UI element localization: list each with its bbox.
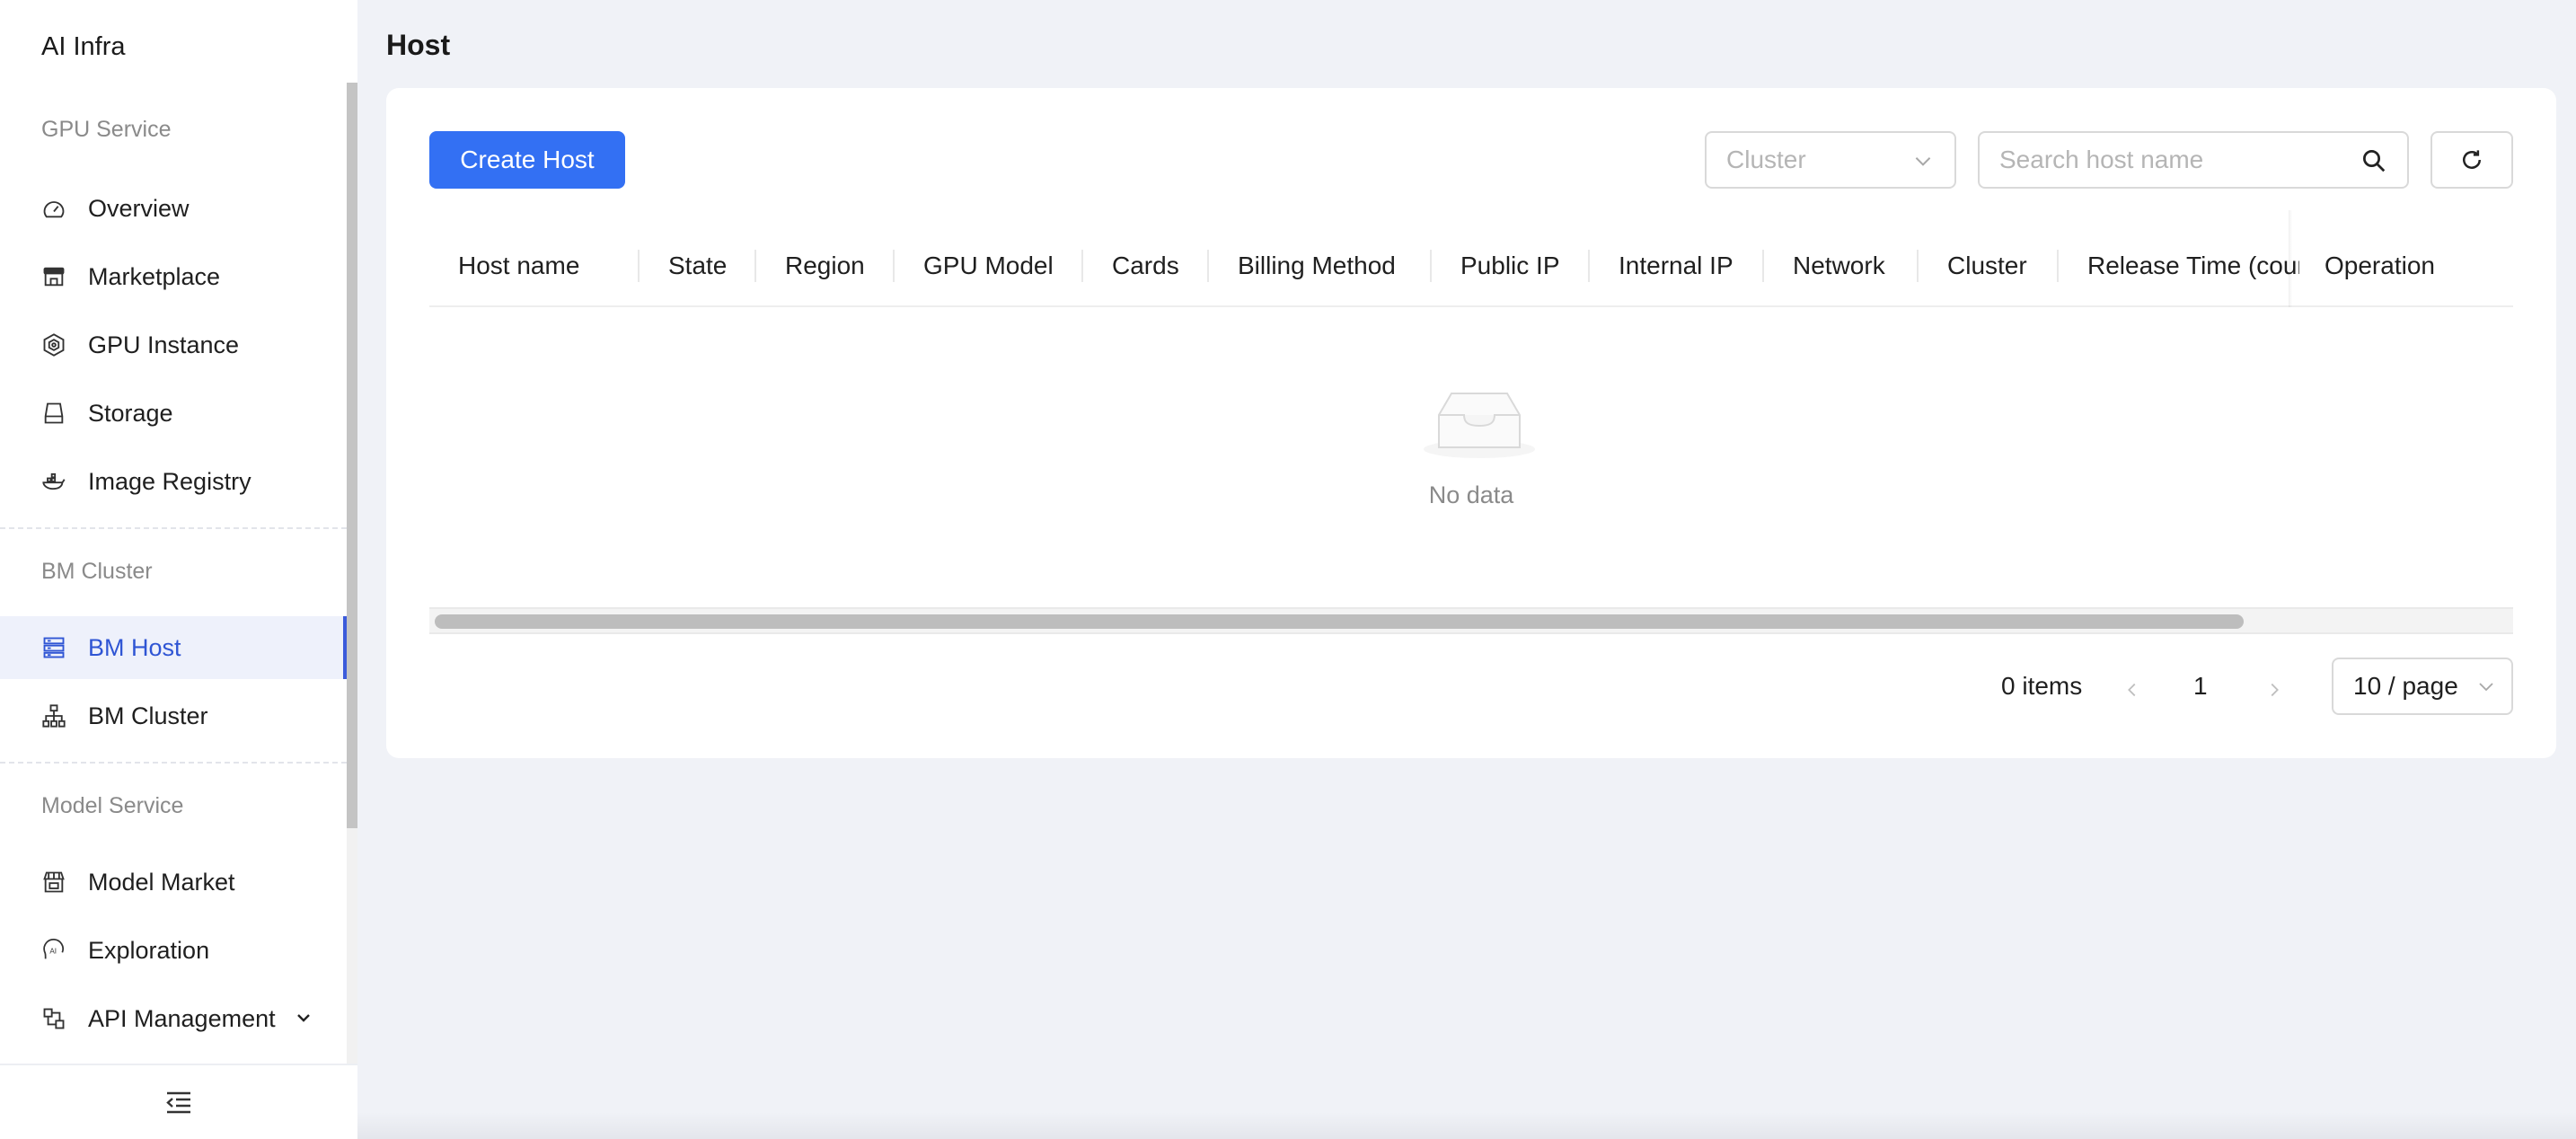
ai-icon: AI <box>41 938 66 963</box>
column-separator <box>2057 250 2059 282</box>
collapse-menu-icon <box>166 1091 190 1114</box>
group-title-model-service: Model Service <box>41 793 184 818</box>
pagination-total: 0 items <box>2001 672 2083 700</box>
column-header-internal-ip[interactable]: Internal IP <box>1619 225 1734 307</box>
search-box <box>1978 131 2409 189</box>
cluster-select[interactable]: Cluster <box>1705 131 1956 189</box>
sidebar-item-gpu-instance[interactable]: GPU Instance <box>0 313 347 376</box>
sidebar-item-model-market[interactable]: Model Market <box>0 851 347 914</box>
refresh-icon <box>2463 150 2481 169</box>
column-separator <box>1207 250 1209 282</box>
sidebar-item-marketplace[interactable]: Marketplace <box>0 245 347 308</box>
column-header-region[interactable]: Region <box>785 225 865 307</box>
sidebar-item-label: Model Market <box>88 868 235 896</box>
cluster-icon <box>41 703 66 728</box>
dashboard-icon <box>41 196 66 221</box>
sidebar-item-storage[interactable]: Storage <box>0 382 347 445</box>
search-input[interactable] <box>1981 135 2341 185</box>
sidebar-item-overview[interactable]: Overview <box>0 177 347 240</box>
sidebar-item-label: Storage <box>88 399 173 427</box>
sidebar-item-label: GPU Instance <box>88 331 240 358</box>
sidebar-item-label: API Management <box>88 1004 276 1032</box>
store-icon <box>41 264 66 289</box>
column-header-cluster[interactable]: Cluster <box>1947 225 2027 307</box>
page-size-select[interactable]: 10 / page <box>2332 658 2513 715</box>
table-header: Host name State Region GPU Model Cards B… <box>429 225 2513 307</box>
sidebar-item-label: BM Cluster <box>88 702 208 729</box>
refresh-button[interactable] <box>2430 131 2513 189</box>
empty-text: No data <box>1428 481 1514 508</box>
chevron-down-icon[interactable] <box>293 1007 314 1029</box>
sidebar-item-api-management[interactable]: API Management <box>0 987 347 1050</box>
sidebar-nav: GPU Service Overview Marketplace GPU Ins… <box>0 83 347 1064</box>
column-separator <box>1762 250 1764 282</box>
sidebar-scrollbar[interactable] <box>347 83 357 1064</box>
bottom-shadow <box>357 1112 2576 1139</box>
cluster-select-placeholder: Cluster <box>1726 146 1806 173</box>
sidebar-item-label: Image Registry <box>88 467 251 495</box>
sidebar-item-label: Exploration <box>88 936 210 964</box>
sidebar-item-bm-host[interactable]: BM Host <box>0 616 347 679</box>
api-icon <box>41 1006 66 1031</box>
sidebar-divider <box>0 527 347 529</box>
column-separator <box>1081 250 1083 282</box>
group-title-bm-cluster: BM Cluster <box>41 559 153 584</box>
page-size-value: 10 / page <box>2353 672 2458 700</box>
search-icon[interactable] <box>2360 147 2387 174</box>
chevron-right-icon <box>2271 683 2279 697</box>
market-icon <box>41 870 66 895</box>
sidebar-item-image-registry[interactable]: Image Registry <box>0 450 347 513</box>
column-header-billing-method[interactable]: Billing Method <box>1238 225 1396 307</box>
host-list-card: Create Host Cluster Host name State Regi… <box>386 88 2556 758</box>
sidebar-item-bm-cluster[interactable]: BM Cluster <box>0 684 347 747</box>
empty-state: No data <box>429 307 2513 697</box>
sidebar: AI Infra GPU Service Overview Marketplac… <box>0 0 357 1139</box>
column-header-operation[interactable]: Operation <box>2325 225 2435 307</box>
column-header-release-time[interactable]: Release Time (countdown) <box>2087 225 2299 307</box>
sidebar-item-label: BM Host <box>88 633 181 661</box>
column-header-host-name[interactable]: Host name <box>458 225 579 307</box>
chevron-down-icon <box>2479 683 2493 692</box>
chip-icon <box>41 332 66 358</box>
group-title-gpu-service: GPU Service <box>41 117 172 142</box>
sidebar-item-exploration[interactable]: AI Exploration <box>0 919 347 982</box>
chevron-down-icon <box>1915 157 1931 166</box>
empty-inbox-icon <box>1424 393 1535 458</box>
pagination-page-1[interactable]: 1 <box>2193 672 2208 701</box>
column-header-gpu-model[interactable]: GPU Model <box>923 225 1054 307</box>
server-icon <box>41 635 66 660</box>
chevron-left-icon <box>2128 683 2136 697</box>
column-separator <box>1917 250 1919 282</box>
create-host-button[interactable]: Create Host <box>429 131 625 189</box>
sidebar-item-label: Overview <box>88 194 190 222</box>
collapse-sidebar-button[interactable] <box>0 1064 357 1139</box>
table-horizontal-scrollbar[interactable] <box>429 607 2513 634</box>
pagination-next-button[interactable] <box>2256 672 2292 708</box>
column-separator <box>754 250 756 282</box>
column-separator <box>1430 250 1432 282</box>
column-separator <box>1588 250 1590 282</box>
column-separator <box>893 250 895 282</box>
sidebar-divider <box>0 762 347 764</box>
column-header-network[interactable]: Network <box>1793 225 1885 307</box>
svg-text:AI: AI <box>49 948 57 956</box>
pagination-prev-button[interactable] <box>2114 672 2150 708</box>
container-icon <box>41 469 66 494</box>
column-header-cards[interactable]: Cards <box>1112 225 1179 307</box>
disk-icon <box>41 401 66 426</box>
column-header-public-ip[interactable]: Public IP <box>1460 225 1560 307</box>
brand-title: AI Infra <box>41 32 126 61</box>
sidebar-scrollbar-thumb[interactable] <box>347 83 357 828</box>
fixed-column-shadow <box>2289 210 2292 307</box>
column-header-state[interactable]: State <box>668 225 727 307</box>
table-scrollbar-thumb[interactable] <box>435 614 2244 629</box>
sidebar-item-label: Marketplace <box>88 262 221 290</box>
column-separator <box>638 250 640 282</box>
page-title: Host <box>386 29 451 61</box>
